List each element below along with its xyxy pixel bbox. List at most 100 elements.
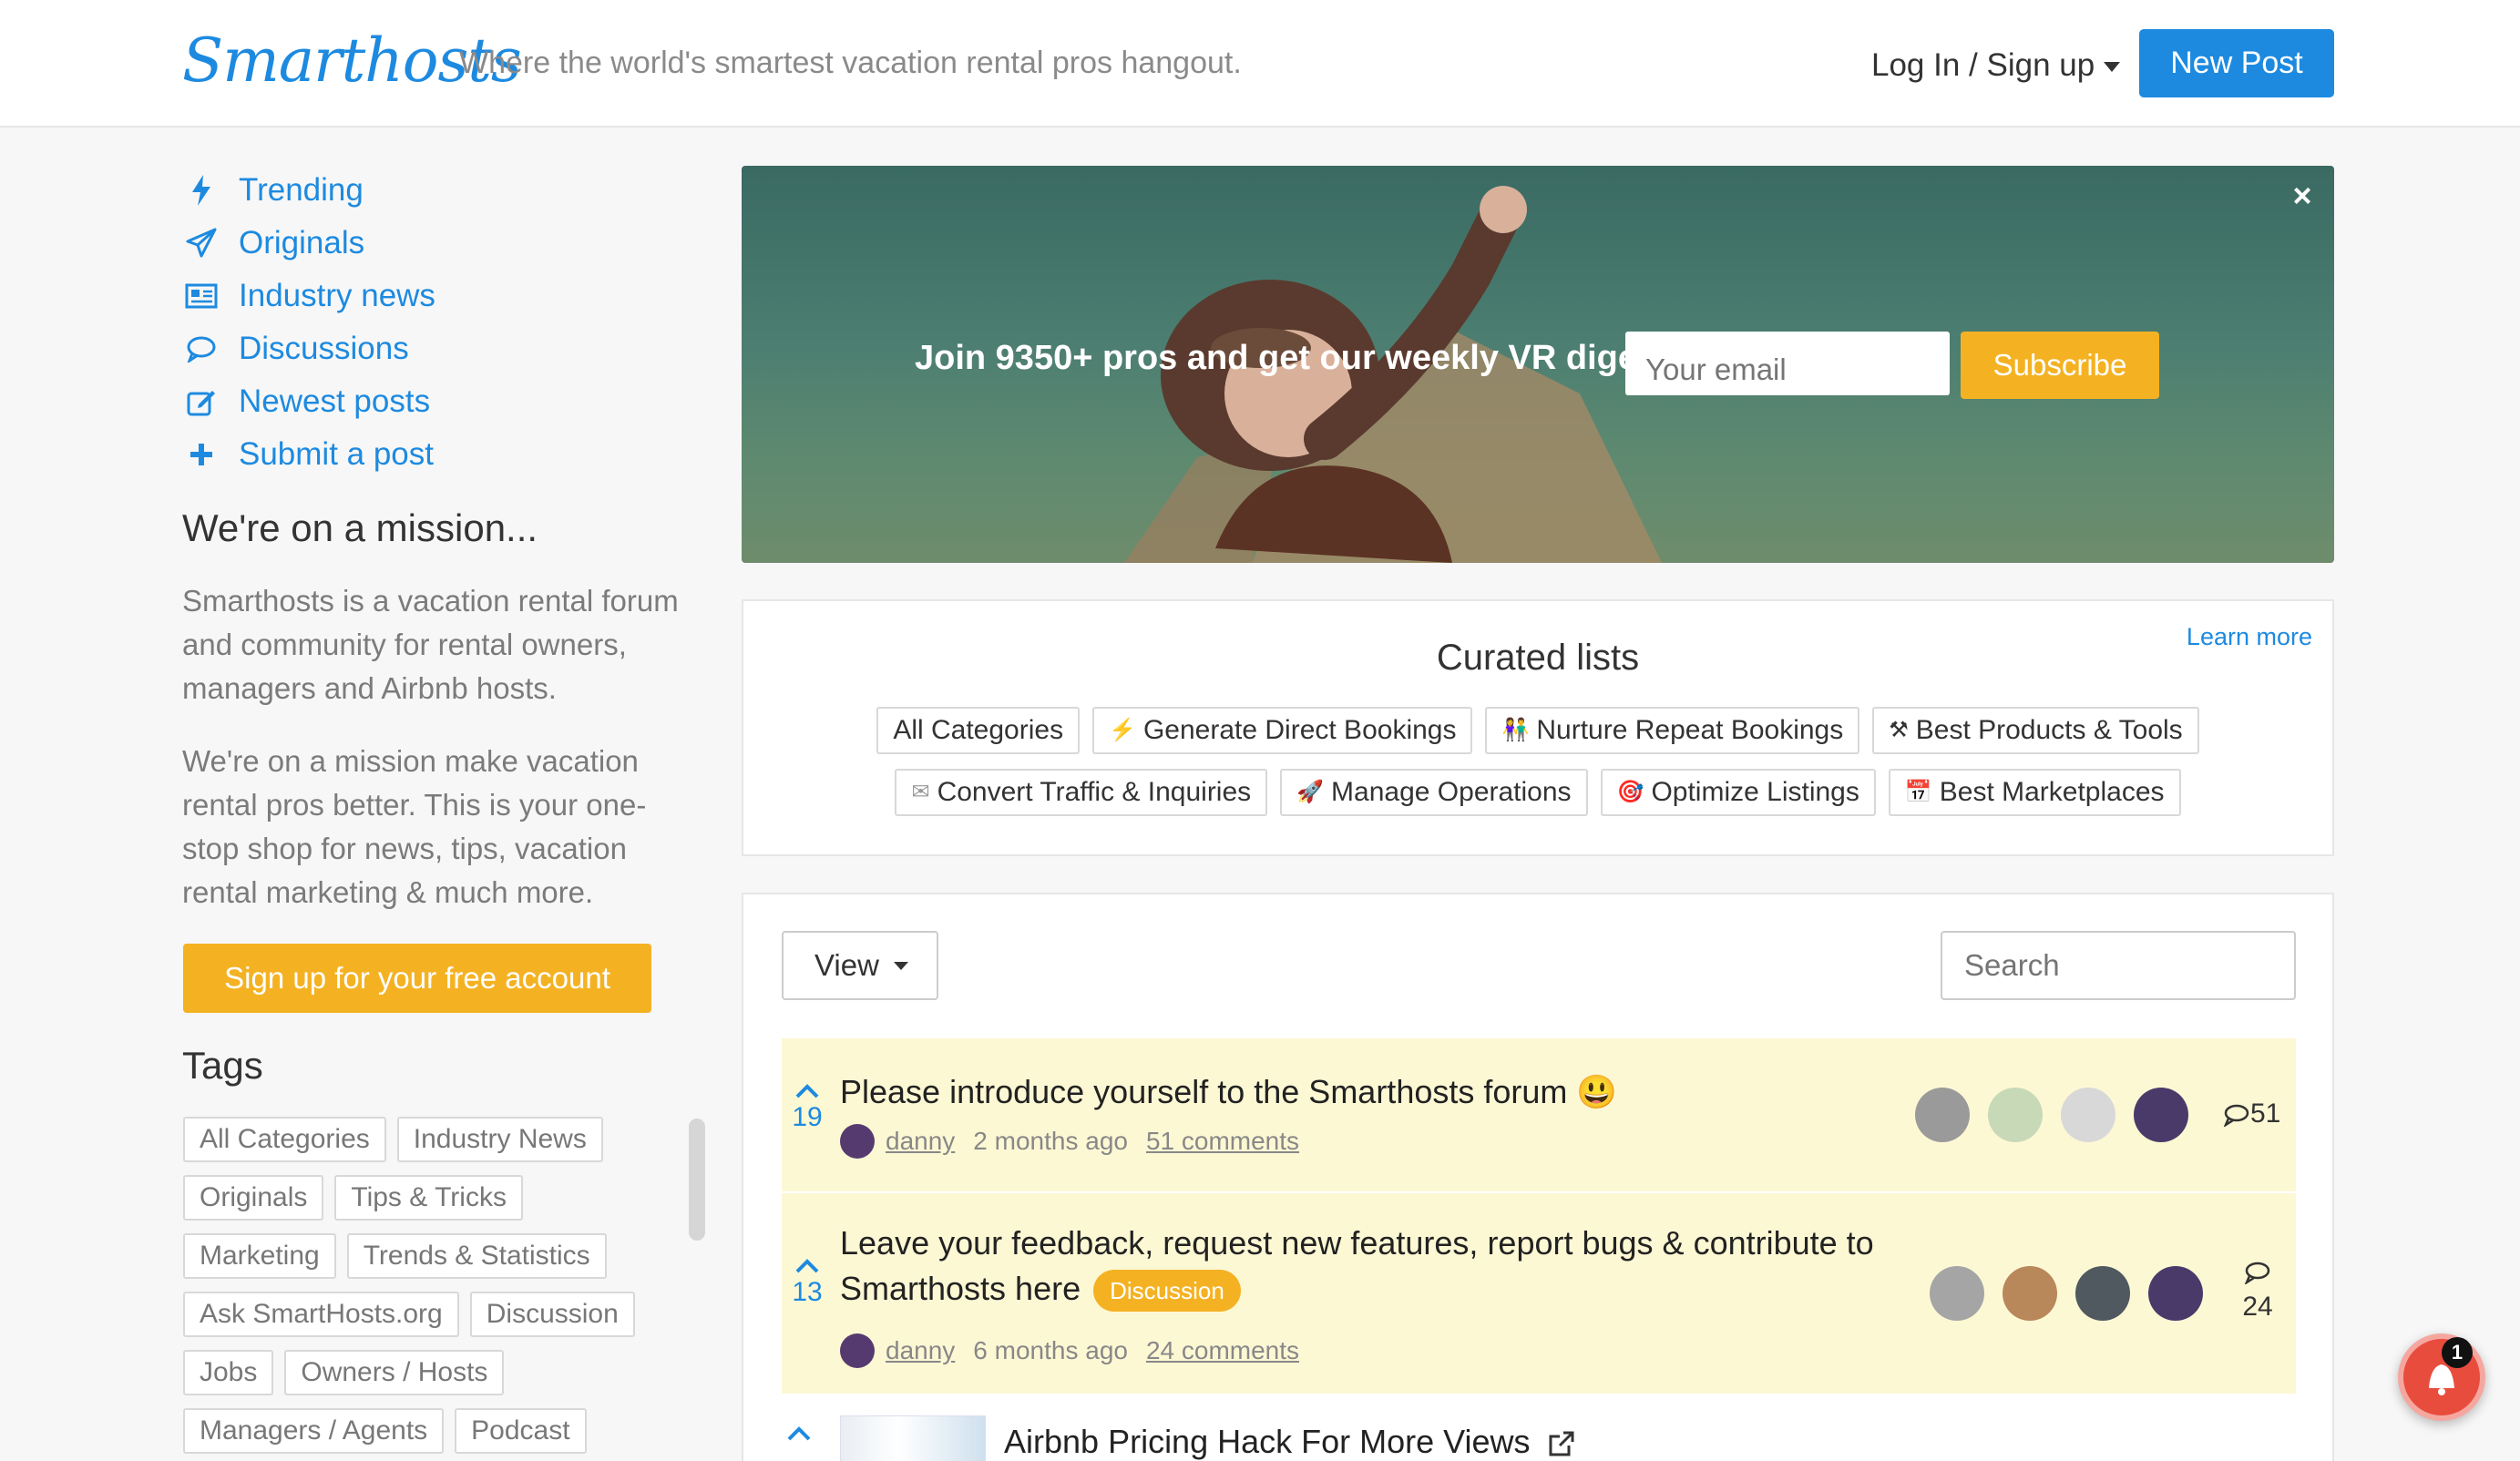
author-link[interactable]: danny	[886, 1127, 955, 1156]
mission-paragraph-2: We're on a mission make vacation rental …	[182, 744, 647, 909]
post-title-wrap: Airbnb Pricing Hack For More Views	[1004, 1423, 1576, 1461]
top-header: Smarthosts Where the world's smartest va…	[0, 0, 2520, 128]
curated-nurture-repeat-bookings[interactable]: 👫 Nurture Repeat Bookings	[1485, 707, 1860, 754]
post-title-line-2[interactable]: Smarthosts here	[840, 1270, 1081, 1307]
curated-chip-label: Best Products & Tools	[1915, 715, 2183, 745]
sidebar-item-originals[interactable]: Originals	[182, 217, 435, 270]
comment-count[interactable]: 24	[2238, 1261, 2278, 1323]
post-meta: danny 6 months ago 24 comments	[840, 1333, 1299, 1368]
calendar-icon: 📅	[1904, 780, 1932, 804]
post-age: 6 months ago	[973, 1336, 1128, 1364]
upvote-arrow-icon[interactable]	[787, 1426, 811, 1441]
avatar[interactable]	[2003, 1266, 2057, 1321]
notification-count-badge: 1	[2442, 1337, 2473, 1368]
post-age: 2 months ago	[973, 1127, 1128, 1155]
tag-jobs[interactable]: Jobs	[183, 1350, 274, 1395]
sidebar-item-trending[interactable]: Trending	[182, 164, 435, 217]
upvote-control[interactable]: 13	[782, 1259, 833, 1308]
lightning-icon: ⚡	[1109, 718, 1136, 742]
avatar[interactable]	[2134, 1088, 2188, 1142]
chat-bubble-icon	[2223, 1104, 2249, 1129]
post-row[interactable]: 13 Leave your feedback, request new feat…	[782, 1193, 2296, 1394]
post-title[interactable]: Airbnb Pricing Hack For More Views	[1004, 1423, 1531, 1460]
subscribe-button[interactable]: Subscribe	[1961, 332, 2159, 399]
avatar[interactable]	[1988, 1088, 2043, 1142]
bolt-icon	[182, 171, 220, 209]
comment-count[interactable]: 51	[2223, 1098, 2280, 1129]
target-icon: 🎯	[1616, 780, 1644, 804]
tag-owners-hosts[interactable]: Owners / Hosts	[284, 1350, 505, 1395]
tag-marketing[interactable]: Marketing	[183, 1233, 336, 1279]
post-row[interactable]: Airbnb Pricing Hack For More Views	[782, 1414, 2296, 1461]
sidebar-item-label: Trending	[239, 172, 364, 208]
tag-trends-statistics[interactable]: Trends & Statistics	[346, 1233, 607, 1279]
curated-best-products-tools[interactable]: ⚒ Best Products & Tools	[1872, 707, 2199, 754]
author-avatar[interactable]	[840, 1124, 875, 1159]
sidebar-nav: Trending Originals Industry news Discuss…	[182, 164, 435, 481]
curated-chip-label: Best Marketplaces	[1939, 777, 2165, 807]
post-title-wrap: Please introduce yourself to the Smartho…	[840, 1069, 1617, 1115]
curated-chip-label: Optimize Listings	[1651, 777, 1859, 807]
tag-ask-smarthosts[interactable]: Ask SmartHosts.org	[183, 1292, 459, 1337]
participant-avatars	[1915, 1088, 2188, 1142]
tag-industry-news[interactable]: Industry News	[396, 1117, 603, 1162]
comment-count-value: 24	[2242, 1292, 2273, 1322]
view-label: View	[814, 948, 879, 982]
curated-row-2: ✉ Convert Traffic & Inquiries 🚀 Manage Ope…	[743, 769, 2332, 816]
avatar[interactable]	[2148, 1266, 2203, 1321]
newsletter-banner: × Join 9350+ pros and get our weekly VR …	[742, 166, 2334, 563]
sidebar-scrollbar[interactable]	[689, 1119, 705, 1241]
tag-managers-agents[interactable]: Managers / Agents	[183, 1408, 445, 1454]
tag-podcast[interactable]: Podcast	[455, 1408, 587, 1454]
search-input[interactable]	[1941, 931, 2296, 1000]
sidebar-item-submit-post[interactable]: Submit a post	[182, 428, 435, 481]
tag-all-categories[interactable]: All Categories	[183, 1117, 386, 1162]
comments-link[interactable]: 51 comments	[1146, 1127, 1299, 1156]
post-title[interactable]: Please introduce yourself to the Smartho…	[840, 1073, 1567, 1110]
sidebar-item-newest-posts[interactable]: Newest posts	[182, 375, 435, 428]
chat-bubble-icon	[2244, 1262, 2270, 1286]
curated-optimize-listings[interactable]: 🎯 Optimize Listings	[1600, 769, 1876, 816]
close-banner-button[interactable]: ×	[2287, 179, 2318, 212]
tag-discussion[interactable]: Discussion	[469, 1292, 635, 1337]
tag-tips-tricks[interactable]: Tips & Tricks	[334, 1175, 523, 1221]
curated-generate-direct-bookings[interactable]: ⚡ Generate Direct Bookings	[1092, 707, 1473, 754]
curated-convert-traffic[interactable]: ✉ Convert Traffic & Inquiries	[895, 769, 1268, 816]
signup-free-account-button[interactable]: Sign up for your free account	[183, 944, 651, 1013]
post-title-line-1[interactable]: Leave your feedback, request new feature…	[840, 1224, 1874, 1262]
upvote-control[interactable]: 19	[782, 1084, 833, 1133]
tag-list: All Categories Industry News Originals Tip…	[183, 1117, 666, 1461]
author-link[interactable]: danny	[886, 1336, 955, 1365]
author-avatar[interactable]	[840, 1333, 875, 1368]
curated-all-categories[interactable]: All Categories	[876, 707, 1081, 754]
sidebar-item-industry-news[interactable]: Industry news	[182, 270, 435, 322]
newsletter-email-input[interactable]	[1625, 332, 1950, 395]
upvote-arrow-icon[interactable]	[795, 1259, 819, 1273]
comment-count-value: 51	[2250, 1098, 2281, 1129]
avatar[interactable]	[2075, 1266, 2130, 1321]
post-title-wrap: Leave your feedback, request new feature…	[840, 1221, 1933, 1313]
discussion-badge[interactable]: Discussion	[1093, 1270, 1241, 1313]
upvote-arrow-icon[interactable]	[795, 1084, 819, 1098]
curated-chip-label: Generate Direct Bookings	[1142, 715, 1457, 745]
view-dropdown[interactable]: View	[782, 931, 938, 1000]
external-link-icon[interactable]	[1547, 1429, 1576, 1458]
login-signup-dropdown[interactable]: Log In / Sign up	[1871, 47, 2121, 84]
avatar[interactable]	[1915, 1088, 1970, 1142]
post-thumbnail[interactable]	[840, 1415, 986, 1461]
caret-down-icon	[893, 961, 908, 970]
login-signup-label: Log In / Sign up	[1871, 47, 2095, 83]
edit-icon	[182, 383, 220, 421]
newsletter-headline: Join 9350+ pros and get our weekly VR di…	[915, 339, 1668, 377]
new-post-button[interactable]: New Post	[2139, 29, 2334, 97]
tag-originals[interactable]: Originals	[183, 1175, 324, 1221]
avatar[interactable]	[1930, 1266, 1984, 1321]
couple-icon: 👫	[1501, 718, 1530, 742]
curated-best-marketplaces[interactable]: 📅 Best Marketplaces	[1888, 769, 2181, 816]
sidebar-item-discussions[interactable]: Discussions	[182, 322, 435, 375]
curated-manage-operations[interactable]: 🚀 Manage Operations	[1280, 769, 1588, 816]
paper-plane-icon	[182, 224, 220, 262]
avatar[interactable]	[2061, 1088, 2115, 1142]
comments-link[interactable]: 24 comments	[1146, 1336, 1299, 1365]
post-row[interactable]: 19 Please introduce yourself to the Smar…	[782, 1038, 2296, 1191]
